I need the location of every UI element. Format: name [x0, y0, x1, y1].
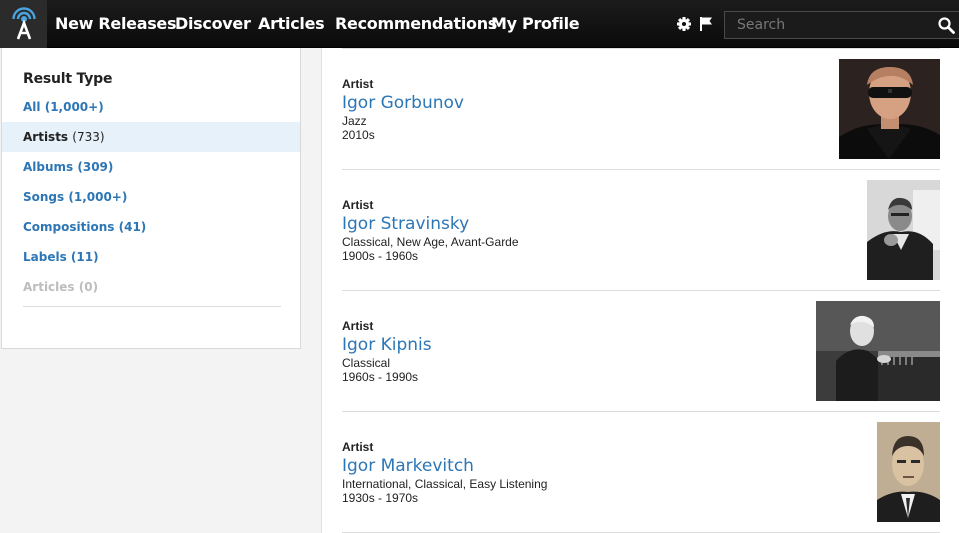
result-type-heading: Result Type	[23, 71, 113, 87]
allmusic-logo-icon[interactable]	[0, 0, 47, 48]
filter-label: Labels	[23, 250, 67, 264]
artist-genres: Jazz	[342, 114, 367, 128]
filter-label: Albums	[23, 160, 74, 174]
filter-articles: Articles (0)	[2, 272, 300, 302]
nav-recommendations[interactable]: Recommendations	[335, 14, 497, 33]
artist-name-link[interactable]: Igor Kipnis	[342, 335, 432, 355]
gear-icon[interactable]	[676, 16, 692, 32]
artist-photo[interactable]	[877, 422, 940, 522]
filter-count: (0)	[78, 280, 99, 294]
result-item: Artist Igor Kipnis Classical 1960s - 199…	[342, 291, 940, 412]
filter-albums[interactable]: Albums (309)	[2, 152, 300, 182]
sidebar-background: Result Type All (1,000+) Artists (733) A…	[0, 48, 322, 533]
artist-photo[interactable]	[867, 180, 940, 280]
nav-articles[interactable]: Articles	[258, 14, 325, 33]
search-input[interactable]	[725, 12, 930, 38]
nav-new-releases[interactable]: New Releases	[55, 14, 177, 33]
result-type-label: Artist	[342, 319, 374, 333]
filter-count: (1,000+)	[68, 190, 128, 204]
filter-count: (309)	[77, 160, 114, 174]
result-type-label: Artist	[342, 440, 374, 454]
artist-genres: Classical	[342, 356, 391, 370]
search-icon[interactable]	[938, 17, 955, 34]
result-item: Artist Igor Gorbunov Jazz 2010s	[342, 49, 940, 170]
artist-name-link[interactable]: Igor Gorbunov	[342, 93, 464, 113]
artist-name-link[interactable]: Igor Markevitch	[342, 456, 474, 476]
top-navigation-bar: New Releases Discover Articles Recommend…	[0, 0, 959, 48]
artist-photo[interactable]	[839, 59, 940, 159]
filter-compositions[interactable]: Compositions (41)	[2, 212, 300, 242]
search-box	[724, 11, 959, 39]
artist-genres: International, Classical, Easy Listening	[342, 477, 548, 491]
filter-label: All	[23, 100, 41, 114]
filter-label: Articles	[23, 280, 75, 294]
result-type-label: Artist	[342, 198, 374, 212]
artist-decades: 1960s - 1990s	[342, 370, 419, 384]
filter-label: Compositions	[23, 220, 115, 234]
result-item: Artist Igor Markevitch International, Cl…	[342, 412, 940, 533]
artist-name-link[interactable]: Igor Stravinsky	[342, 214, 469, 234]
filter-count: (1,000+)	[44, 100, 104, 114]
filter-count: (11)	[70, 250, 99, 264]
filter-artists[interactable]: Artists (733)	[2, 122, 300, 152]
filter-count: (41)	[118, 220, 147, 234]
filter-label: Songs	[23, 190, 65, 204]
filter-count: (733)	[72, 130, 105, 144]
artist-decades: 1930s - 1970s	[342, 491, 419, 505]
nav-discover[interactable]: Discover	[175, 14, 251, 33]
flag-icon[interactable]	[699, 16, 715, 32]
sidebar-divider	[23, 306, 281, 307]
filter-songs[interactable]: Songs (1,000+)	[2, 182, 300, 212]
result-type-label: Artist	[342, 77, 374, 91]
result-item: Artist Igor Stravinsky Classical, New Ag…	[342, 170, 940, 291]
artist-genres: Classical, New Age, Avant-Garde	[342, 235, 519, 249]
result-type-filter-panel: Result Type All (1,000+) Artists (733) A…	[1, 48, 301, 349]
filter-labels[interactable]: Labels (11)	[2, 242, 300, 272]
artist-decades: 1900s - 1960s	[342, 249, 419, 263]
artist-decades: 2010s	[342, 128, 375, 142]
nav-my-profile[interactable]: My Profile	[491, 14, 580, 33]
artist-photo[interactable]	[816, 301, 940, 401]
filter-all[interactable]: All (1,000+)	[2, 92, 300, 122]
filter-label: Artists	[23, 130, 69, 144]
